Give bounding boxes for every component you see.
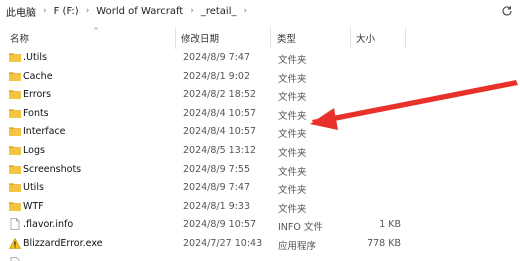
folder-icon: [9, 201, 21, 211]
file-icon: [9, 256, 21, 261]
folder-icon: [9, 164, 21, 174]
file-name: Logs: [23, 144, 45, 156]
file-size: 778 KB: [367, 237, 401, 249]
refresh-icon[interactable]: [500, 4, 514, 18]
file-row[interactable]: [0, 254, 520, 261]
file-date: 2024/8/9 7:55: [183, 163, 251, 175]
column-divider[interactable]: [175, 27, 176, 49]
folder-icon: [9, 108, 21, 118]
file-row[interactable]: Screenshots 2024/8/9 7:55 文件夹: [0, 161, 520, 180]
file-row[interactable]: Interface 2024/8/4 10:57 文件夹: [0, 123, 520, 142]
breadcrumb: 此电脑 › F (F:) › World of Warcraft › _reta…: [0, 0, 520, 22]
file-date: 2024/8/9 10:57: [183, 219, 257, 231]
file-list: .Utils 2024/8/9 7:47 文件夹 Cache 2024/8/1 …: [0, 49, 520, 261]
file-row[interactable]: Logs 2024/8/5 13:12 文件夹: [0, 142, 520, 161]
file-type: 文件夹: [278, 166, 307, 178]
file-date: 2024/7/27 10:43: [183, 237, 263, 249]
file-date: 2024/8/5 13:12: [183, 144, 257, 156]
file-row[interactable]: Cache 2024/8/1 9:02 文件夹: [0, 68, 520, 87]
chevron-right-icon[interactable]: ›: [86, 6, 90, 16]
file-type: 文件夹: [278, 73, 307, 85]
file-type: INFO 文件: [278, 222, 323, 234]
file-date: 2024/8/9 7:47: [183, 182, 251, 194]
chevron-right-icon[interactable]: ›: [244, 6, 248, 16]
column-divider[interactable]: [405, 27, 406, 49]
column-header-type[interactable]: 类型: [277, 31, 296, 45]
column-header-size[interactable]: 大小: [356, 31, 375, 45]
file-name: Interface: [23, 126, 66, 138]
column-divider[interactable]: [270, 27, 271, 49]
file-row[interactable]: Errors 2024/8/2 18:52 文件夹: [0, 86, 520, 105]
file-size: 1 KB: [379, 219, 401, 231]
folder-icon: [9, 52, 21, 62]
file-name: .flavor.info: [23, 219, 74, 231]
file-date: 2024/8/1 9:33: [183, 200, 251, 212]
file-type: 文件夹: [278, 92, 307, 104]
file-row[interactable]: BlizzardError.exe 2024/7/27 10:43 应用程序 7…: [0, 235, 520, 254]
file-name: WTF: [23, 200, 44, 212]
file-row[interactable]: Utils 2024/8/9 7:47 文件夹: [0, 179, 520, 198]
folder-icon: [9, 71, 21, 81]
file-type: 文件夹: [278, 110, 307, 122]
chevron-right-icon[interactable]: ›: [43, 6, 47, 16]
column-header-name[interactable]: 名称: [10, 31, 29, 45]
chevron-right-icon[interactable]: ›: [190, 6, 194, 16]
column-header-row: 名称 ^ 修改日期 类型 大小: [0, 27, 520, 49]
file-name: .Utils: [23, 52, 47, 63]
file-name: BlizzardError.exe: [23, 237, 103, 249]
file-name: Utils: [23, 182, 44, 194]
file-type: 文件夹: [278, 185, 307, 197]
breadcrumb-item-drive-f[interactable]: F (F:): [54, 6, 79, 17]
file-date: 2024/8/4 10:57: [183, 126, 257, 138]
breadcrumb-item-retail[interactable]: _retail_: [201, 6, 237, 17]
file-date: 2024/8/2 18:52: [183, 89, 257, 101]
file-type: 文件夹: [278, 203, 307, 215]
breadcrumb-item-this-pc[interactable]: 此电脑: [6, 4, 36, 19]
file-type: 文件夹: [278, 55, 307, 66]
file-type: 文件夹: [278, 147, 307, 159]
file-type: 应用程序: [278, 240, 317, 252]
sort-ascending-icon: ^: [93, 27, 99, 35]
warning-app-icon: [8, 237, 22, 249]
file-row[interactable]: Fonts 2024/8/4 10:57 文件夹: [0, 105, 520, 124]
file-date: 2024/8/1 9:02: [183, 70, 251, 82]
file-name: Cache: [23, 70, 53, 82]
column-divider[interactable]: [350, 27, 351, 49]
file-icon: [9, 218, 21, 231]
file-type: 文件夹: [278, 129, 307, 141]
file-date: 2024/8/9 7:47: [183, 52, 251, 63]
file-row[interactable]: .Utils 2024/8/9 7:47 文件夹: [0, 49, 520, 68]
file-row[interactable]: WTF 2024/8/1 9:33 文件夹: [0, 198, 520, 217]
file-name: Errors: [23, 89, 52, 101]
file-date: 2024/8/4 10:57: [183, 107, 257, 119]
file-name: Fonts: [23, 107, 49, 119]
folder-icon: [9, 145, 21, 155]
folder-icon: [9, 89, 21, 100]
folder-icon: [9, 182, 21, 193]
folder-icon: [9, 126, 21, 137]
file-name: Screenshots: [23, 163, 82, 175]
breadcrumb-item-world-of-warcraft[interactable]: World of Warcraft: [96, 6, 183, 17]
file-row[interactable]: .flavor.info 2024/8/9 10:57 INFO 文件 1 KB: [0, 216, 520, 235]
column-header-date[interactable]: 修改日期: [181, 31, 219, 45]
